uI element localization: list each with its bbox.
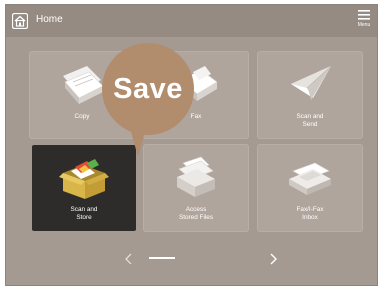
page-indicator-active [149, 257, 175, 259]
menu-label: Menu [357, 22, 371, 28]
page-title: Home [36, 14, 63, 25]
chevron-right-icon[interactable] [268, 252, 278, 266]
save-callout-text: Save [113, 72, 183, 105]
tile-fax-ifax-inbox[interactable]: Fax/I-Fax Inbox [258, 145, 362, 231]
chevron-left-icon[interactable] [124, 252, 134, 266]
home-icon[interactable] [12, 13, 28, 29]
hamburger-icon [358, 10, 370, 20]
tile-scan-and-send[interactable]: Scan and Send [258, 52, 362, 138]
tile-scan-and-store-label: Scan and Store [70, 206, 98, 221]
inbox-tray-icon [289, 162, 331, 195]
menu-button[interactable]: Menu [353, 8, 375, 34]
top-bar: Home Menu [6, 5, 377, 37]
paper-plane-icon [291, 65, 332, 100]
tile-scan-and-send-label: Scan and Send [296, 113, 324, 128]
copy-icon [63, 66, 104, 104]
printer-screen: Home Menu Copy Fax Scan and Send Scan an… [5, 4, 378, 286]
file-tray-icon [177, 156, 215, 197]
tile-scan-and-store[interactable]: Scan and Store [32, 145, 136, 231]
tile-access-stored-files[interactable]: Access Stored Files [144, 145, 248, 231]
tile-fax-ifax-inbox-label: Fax/I-Fax Inbox [296, 206, 324, 221]
tile-access-stored-files-label: Access Stored Files [178, 206, 214, 221]
storage-box-icon [59, 159, 109, 199]
